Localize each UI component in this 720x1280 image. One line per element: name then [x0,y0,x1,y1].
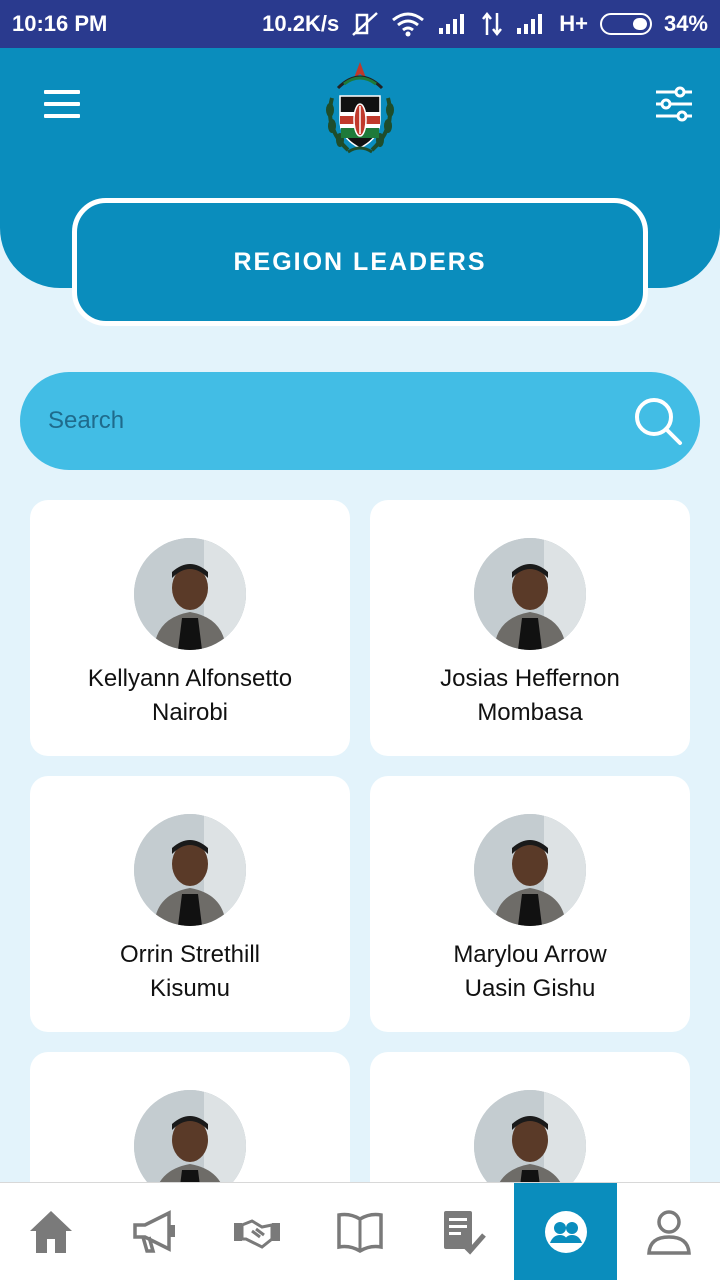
status-right: 10.2K/s H+ 34% [262,11,708,37]
leader-card[interactable]: Josias Heffernon Mombasa [370,500,690,756]
leader-card[interactable]: Orrin Strethill Kisumu [30,776,350,1032]
nav-home[interactable] [0,1183,103,1280]
nav-library[interactable] [309,1183,412,1280]
leader-region: Uasin Gishu [464,975,596,1002]
signal-icon [437,12,469,36]
leader-card[interactable]: Kellyann Alfonsetto Nairobi [30,500,350,756]
kenya-coat-of-arms-logo [326,62,394,154]
network-type: H+ [559,11,588,36]
nav-tasks[interactable] [411,1183,514,1280]
search-bar [20,372,700,470]
profile-icon [646,1209,691,1255]
leader-region: Mombasa [477,699,583,726]
battery-icon [599,13,652,35]
leaders-group-icon [544,1210,587,1253]
avatar [474,538,586,650]
book-icon [337,1212,383,1253]
search-icon[interactable] [632,395,684,447]
leader-name: Orrin Strethill [119,941,261,968]
leader-name: Marylou Arrow [453,941,607,968]
page-title: REGION LEADERS [72,198,648,326]
home-icon [30,1210,73,1253]
signal-icon [515,12,547,36]
bottom-nav [0,1182,720,1280]
leader-name: Josias Heffernon [440,665,620,692]
battery-percent: 34% [663,11,708,36]
leader-card[interactable]: Marylou Arrow Uasin Gishu [370,776,690,1032]
avatar [134,538,246,650]
status-time: 10:16 PM [12,11,108,36]
wifi-icon [391,11,425,37]
hamburger-menu-icon[interactable] [44,90,80,120]
nav-partnerships[interactable] [206,1183,309,1280]
megaphone-icon [133,1209,176,1253]
search-input[interactable] [48,407,632,435]
handshake-icon [234,1218,281,1249]
avatar [474,814,586,926]
mute-icon [351,11,379,37]
nav-announcements[interactable] [103,1183,206,1280]
nav-profile[interactable] [617,1183,720,1280]
sliders-filter-icon[interactable] [654,84,694,124]
status-bar: 10:16 PM 10.2K/s H+ 34% [0,0,720,48]
avatar [134,814,246,926]
leader-name: Kellyann Alfonsetto [87,665,293,692]
leader-region: Kisumu [149,975,231,1002]
network-speed: 10.2K/s [262,11,340,36]
nav-leaders[interactable] [514,1183,618,1280]
data-arrows-icon [481,11,503,37]
leader-region: Nairobi [151,699,229,726]
checklist-icon [443,1210,486,1255]
